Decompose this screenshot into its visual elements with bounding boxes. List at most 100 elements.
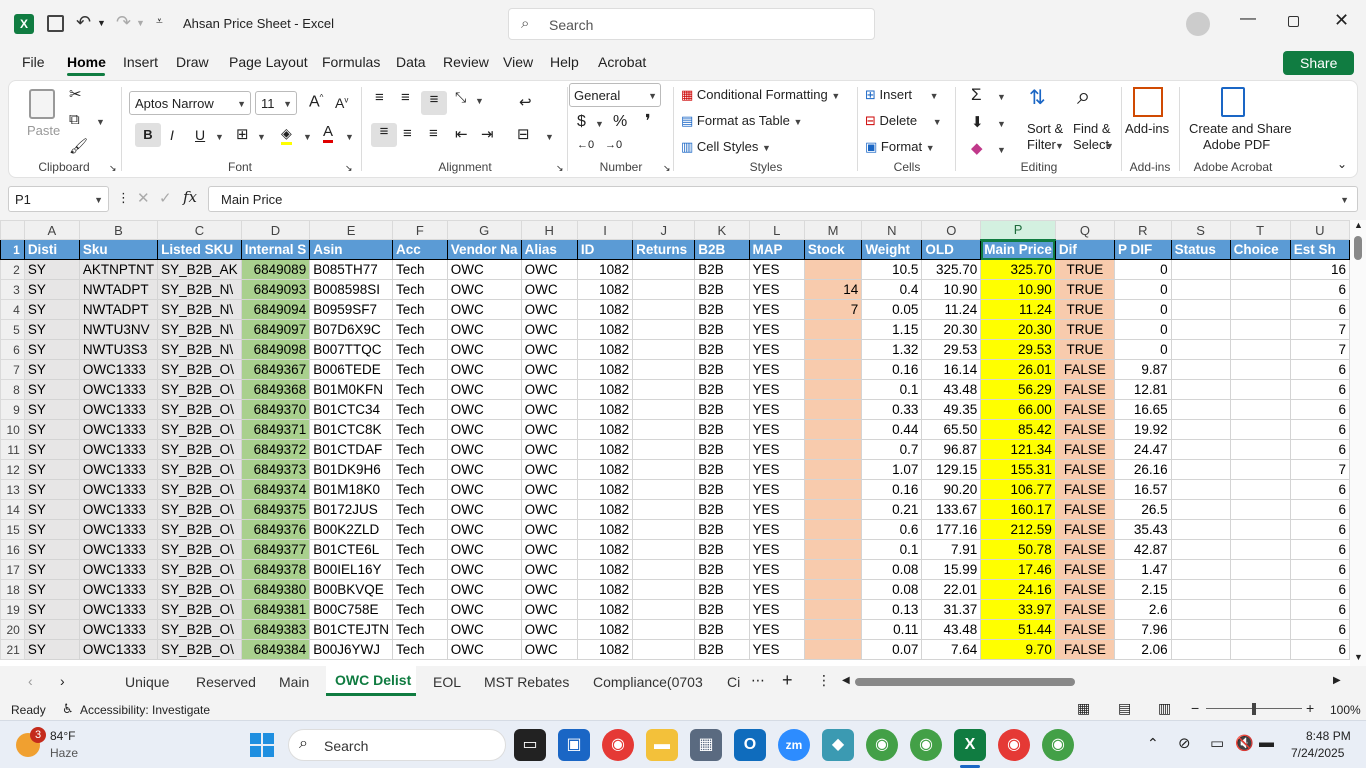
cell[interactable]: 6849383	[240, 619, 311, 640]
cell[interactable]: 24.47	[1114, 439, 1172, 460]
cell[interactable]: B01M0KFN	[309, 379, 393, 400]
tab-data[interactable]: Data	[396, 54, 426, 70]
cell-styles-button[interactable]: ▥ Cell Styles ▼	[681, 139, 771, 155]
number-launcher-icon[interactable]: ↘	[663, 163, 671, 174]
cell[interactable]: 7.96	[1114, 619, 1172, 640]
cell[interactable]: 50.78	[980, 539, 1056, 560]
cell[interactable]: SY	[23, 279, 80, 300]
cell[interactable]: 6	[1289, 479, 1350, 500]
cell[interactable]: OWC	[446, 419, 522, 440]
cell[interactable]: FALSE	[1054, 399, 1116, 420]
cell[interactable]	[803, 559, 863, 580]
cell[interactable]: YES	[748, 279, 805, 300]
cell[interactable]: 6	[1289, 299, 1350, 320]
cell[interactable]: OWC	[520, 599, 578, 620]
cell[interactable]: 6	[1289, 579, 1350, 600]
cell[interactable]: 1082	[576, 539, 634, 560]
row-number[interactable]: 21	[0, 639, 25, 660]
cell[interactable]	[803, 319, 863, 340]
header-cell[interactable]: ID	[576, 239, 634, 260]
cell[interactable]	[632, 619, 696, 640]
page-break-view-icon[interactable]: ▥	[1158, 700, 1171, 717]
cell[interactable]	[1229, 379, 1291, 400]
cell[interactable]: 6849371	[240, 419, 311, 440]
cell[interactable]: OWC1333	[78, 499, 159, 520]
cell[interactable]: YES	[748, 339, 805, 360]
cell[interactable]: YES	[748, 619, 805, 640]
cell[interactable]: OWC	[446, 359, 522, 380]
cell[interactable]	[803, 519, 863, 540]
cell[interactable]	[1170, 479, 1231, 500]
cell[interactable]: FALSE	[1054, 539, 1116, 560]
cell[interactable]	[1170, 539, 1231, 560]
cell[interactable]: 85.42	[980, 419, 1056, 440]
network-off-icon[interactable]: ⊘	[1178, 734, 1191, 752]
cell[interactable]: 0.16	[861, 359, 923, 380]
cell[interactable]: OWC	[446, 639, 522, 660]
cell[interactable]: 212.59	[980, 519, 1056, 540]
cell[interactable]: YES	[748, 359, 805, 380]
number-format-select[interactable]: General ▼	[569, 83, 661, 107]
cell[interactable]: SY	[23, 399, 80, 420]
cell[interactable]: TRUE	[1054, 259, 1116, 280]
row-number[interactable]: 10	[0, 419, 25, 440]
cell[interactable]: SY_B2B_AK	[157, 259, 242, 280]
select-all-corner[interactable]	[0, 220, 25, 240]
insert-function-icon[interactable]: fx	[183, 188, 197, 206]
cell[interactable]	[803, 619, 863, 640]
cell[interactable]	[632, 279, 696, 300]
cell[interactable]: OWC	[520, 279, 578, 300]
cell[interactable]: 16.65	[1114, 399, 1172, 420]
cell[interactable]: 1082	[576, 639, 634, 660]
cell[interactable]: OWC1333	[78, 559, 159, 580]
cell[interactable]: SY_B2B_O\	[157, 499, 242, 520]
cell[interactable]: OWC	[446, 339, 522, 360]
cell[interactable]	[1229, 579, 1291, 600]
font-name-select[interactable]: Aptos Narrow ▼	[129, 91, 251, 115]
column-header[interactable]: B	[78, 220, 159, 240]
fill-color-icon[interactable]: ◈	[281, 125, 292, 145]
cell[interactable]: OWC	[446, 499, 522, 520]
column-header[interactable]: A	[23, 220, 80, 240]
cell[interactable]: 1.47	[1114, 559, 1172, 580]
create-share-label-2[interactable]: Adobe PDF	[1203, 137, 1270, 152]
cell[interactable]: SY	[23, 259, 80, 280]
formula-input[interactable]: Main Price ▼	[208, 186, 1358, 212]
cell[interactable]: 6849370	[240, 399, 311, 420]
header-cell[interactable]: Est Sh	[1289, 239, 1350, 260]
cell[interactable]: NWTADPT	[78, 299, 159, 320]
cell[interactable]: FALSE	[1054, 479, 1116, 500]
column-header[interactable]: J	[632, 220, 696, 240]
display-icon[interactable]: ▭	[1210, 734, 1224, 752]
cell[interactable]: 0.08	[861, 559, 923, 580]
cell[interactable]: OWC1333	[78, 479, 159, 500]
underline-button[interactable]: U	[195, 127, 205, 143]
cell[interactable]: 6849380	[240, 579, 311, 600]
cell[interactable]: SY_B2B_O\	[157, 479, 242, 500]
borders-dropdown-icon[interactable]: ▼	[257, 132, 266, 142]
cell[interactable]: 325.70	[921, 259, 982, 280]
cell[interactable]: YES	[748, 379, 805, 400]
row-number[interactable]: 1	[0, 239, 25, 260]
cell[interactable]: OWC	[446, 619, 522, 640]
middle-align-icon[interactable]: ≡	[401, 89, 410, 106]
hscroll-left-icon[interactable]: ◀	[842, 675, 850, 686]
cell[interactable]: SY	[23, 379, 80, 400]
cell[interactable]: 1082	[576, 359, 634, 380]
format-cells-button[interactable]: ▣ Format ▼	[865, 139, 935, 155]
excel-taskbar-icon[interactable]: X	[954, 729, 986, 761]
cell[interactable]: 0.08	[861, 579, 923, 600]
cell[interactable]: B2B	[694, 599, 750, 620]
sort-filter-icon[interactable]: ⇅	[1029, 85, 1046, 110]
sheet-tab-ci[interactable]: Ci	[727, 674, 740, 690]
cell[interactable]	[1170, 319, 1231, 340]
create-share-label-1[interactable]: Create and Share	[1189, 121, 1292, 136]
header-cell[interactable]: Returns	[632, 239, 696, 260]
cell[interactable]: TRUE	[1054, 279, 1116, 300]
increase-indent-icon[interactable]: ⇥	[481, 125, 494, 143]
cell[interactable]: NWTU3NV	[78, 319, 159, 340]
row-number[interactable]: 7	[0, 359, 25, 380]
sort-filter-dropdown-icon[interactable]: ▼	[1055, 141, 1064, 151]
cell[interactable]: B008598SI	[309, 279, 393, 300]
share-button[interactable]: Share	[1283, 51, 1354, 75]
